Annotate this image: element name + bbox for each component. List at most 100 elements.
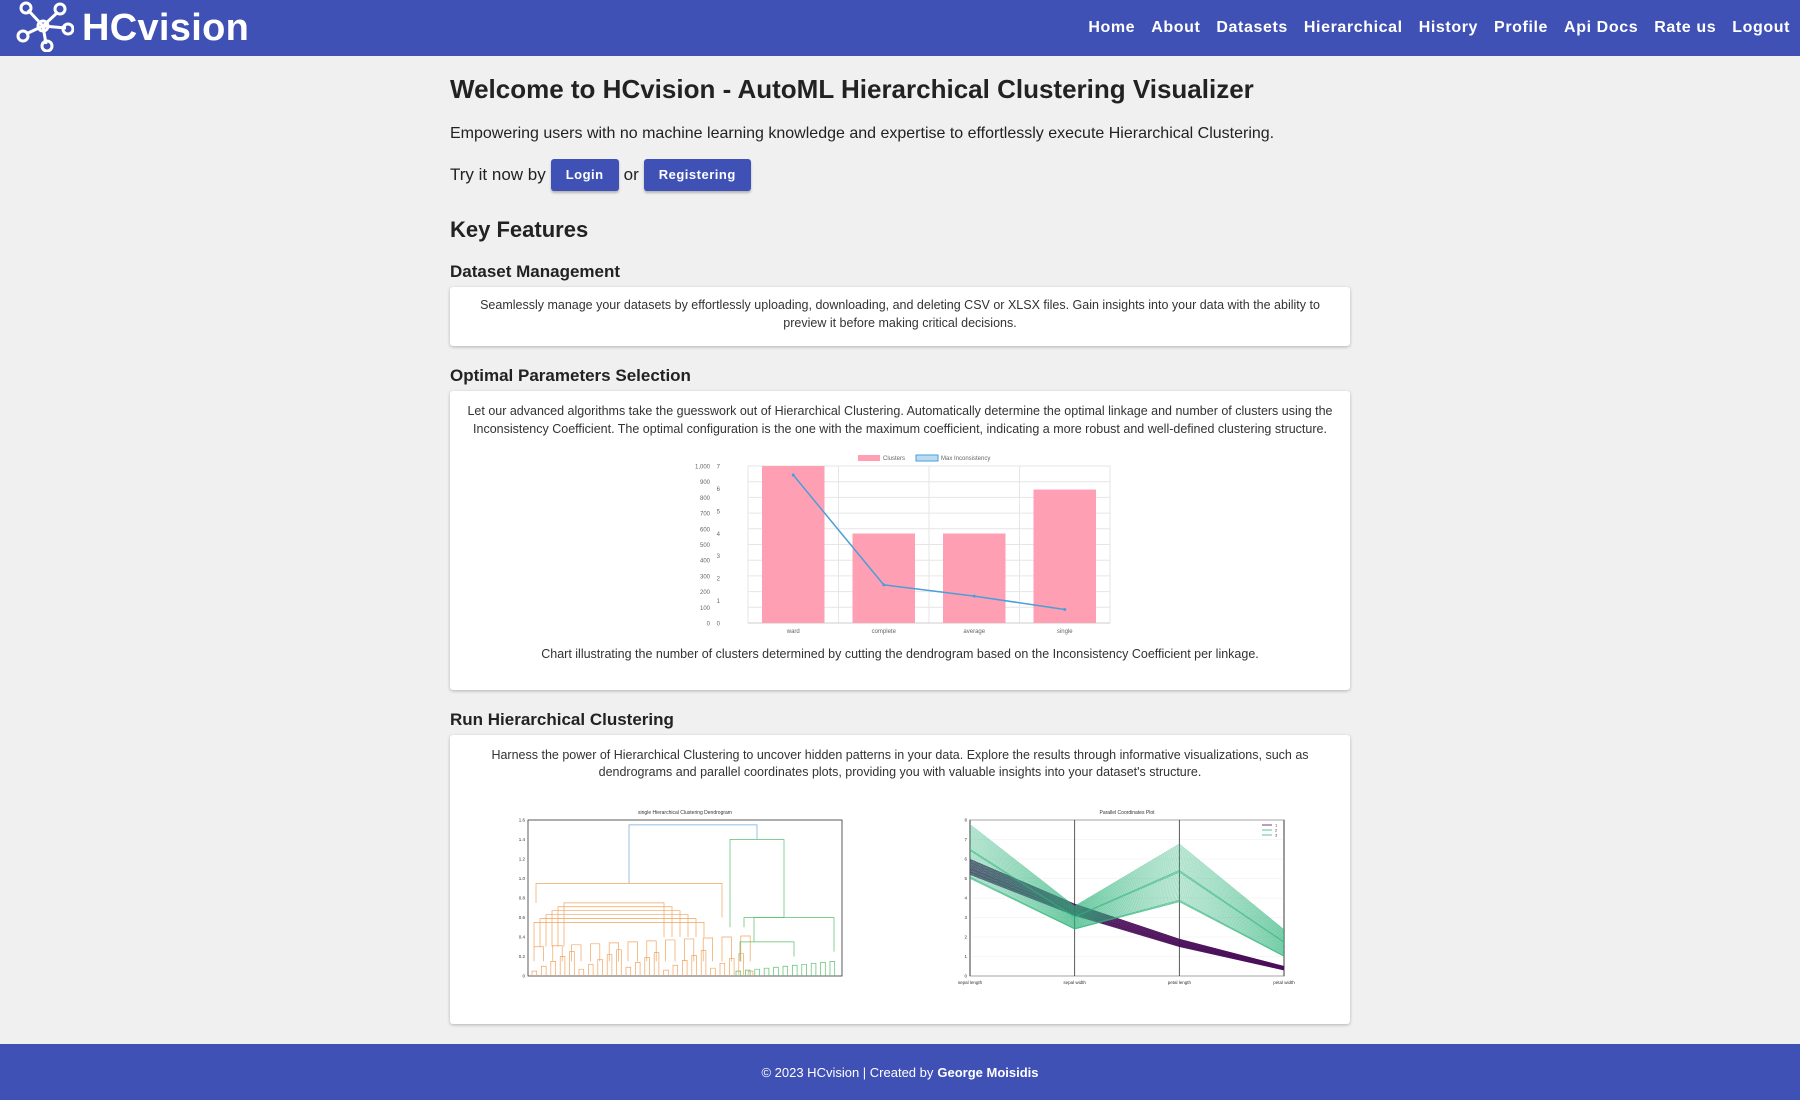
nav-datasets-link[interactable]: Datasets — [1216, 19, 1288, 37]
dendrogram-y-tick: 0.8 — [519, 895, 526, 900]
bar-ward — [762, 466, 825, 623]
right-axis-tick-label: 4 — [717, 532, 721, 538]
page-title: Welcome to HCvision - AutoML Hierarchica… — [450, 74, 1254, 104]
nav-home-link[interactable]: Home — [1088, 19, 1135, 37]
footer-copyright: © 2023 HCvision | Created by — [761, 1064, 934, 1080]
parallel-title: Parallel Coordinates Plot — [1099, 810, 1155, 816]
dendrogram-link — [608, 942, 619, 961]
right-axis-tick-label: 0 — [717, 622, 721, 628]
right-axis-tick-label: 7 — [717, 465, 721, 471]
right-axis-tick-label: 2 — [717, 577, 721, 583]
dendrogram-link — [644, 956, 650, 976]
feature-card-optimal-parameters: Let our advanced algorithms take the gue… — [450, 391, 1350, 690]
legend-swatch-clusters — [858, 455, 880, 461]
left-axis-tick-label: 700 — [700, 512, 711, 518]
footer-author: George Moisidis — [937, 1064, 1039, 1080]
nav-api-docs-link[interactable]: Api Docs — [1564, 19, 1638, 37]
x-axis-tick-label: average — [963, 629, 985, 635]
dendrogram-link — [590, 942, 601, 961]
line-point — [1063, 608, 1067, 612]
brand[interactable]: HCvision — [14, 0, 249, 57]
dendrogram-link — [550, 960, 556, 976]
feature-card-run-hierarchical: Harness the power of Hierarchical Cluste… — [450, 734, 1350, 1024]
line-point — [882, 583, 886, 587]
network-logo-icon — [14, 0, 75, 57]
left-axis-tick-label: 400 — [700, 559, 711, 565]
dendrogram-link — [606, 953, 613, 976]
parallel-y-tick: 8 — [964, 817, 967, 822]
dendrogram-link — [700, 949, 707, 976]
register-button[interactable]: Registering — [643, 159, 751, 191]
parallel-y-tick: 7 — [964, 837, 967, 842]
dendrogram-frame — [527, 819, 843, 976]
inconsistency-chart: 0 100 200 300 400 500 600 700 800 900 1,000 0 1 2 3 4 5 6… — [464, 446, 1336, 644]
nav-logout-link[interactable]: Logout — [1732, 19, 1790, 37]
try-now-text: Try it now by — [450, 165, 546, 184]
right-axis-tick-label: 3 — [717, 554, 721, 560]
left-axis-tick-label: 500 — [700, 543, 711, 549]
nav-history-link[interactable]: History — [1419, 19, 1478, 37]
bar-average — [943, 533, 1006, 623]
parallel-axis-label: sepal length — [958, 980, 983, 985]
dendrogram-link — [721, 936, 732, 961]
legend-label-inconsistency: Max Inconsistency — [941, 456, 990, 462]
dendrogram-link — [684, 938, 695, 961]
dendrogram-link — [627, 941, 638, 961]
dendrogram-link — [578, 968, 585, 976]
dendrogram-y-tick: 1.0 — [519, 876, 526, 881]
or-text: or — [623, 165, 639, 184]
nav-about-link[interactable]: About — [1151, 19, 1200, 37]
nav-rate-us-link[interactable]: Rate us — [1654, 19, 1716, 37]
dendrogram-link — [533, 945, 544, 961]
dendrogram-link — [740, 935, 751, 961]
key-features-heading: Key Features — [450, 217, 589, 242]
parallel-axis-label: petal width — [1273, 980, 1295, 985]
left-axis-tick-label: 900 — [700, 480, 711, 486]
dendrogram-link — [773, 966, 779, 976]
dendrogram-link — [545, 913, 689, 947]
footer: © 2023 HCvision | Created by George Mois… — [0, 1044, 1800, 1100]
dendrogram-link — [735, 970, 742, 976]
left-axis-tick-label: 200 — [700, 590, 711, 596]
dendrogram-link — [552, 944, 563, 961]
dendrogram-link — [628, 824, 758, 883]
left-axis-tick-label: 0 — [707, 622, 711, 628]
legend-swatch-inconsistency — [915, 454, 939, 462]
dendrogram-y-tick: 0 — [522, 973, 525, 978]
dendrogram-link — [782, 965, 789, 976]
parallel-y-tick: 1 — [964, 954, 967, 959]
dendrogram-link — [763, 967, 770, 976]
dendrogram-link — [646, 940, 657, 961]
nav-profile-link[interactable]: Profile — [1494, 19, 1548, 37]
dendrogram-link — [682, 959, 688, 976]
dendrogram-link — [820, 961, 826, 976]
dendrogram-link — [653, 951, 660, 976]
clustering-plots: single Hierarchical Clustering Dendrogra… — [464, 804, 1336, 1004]
dendrogram-link — [625, 966, 632, 976]
login-button[interactable]: Login — [550, 159, 619, 191]
parallel-y-tick: 3 — [964, 915, 967, 920]
parallel-y-tick: 0 — [964, 973, 967, 978]
parallel-y-tick: 6 — [964, 856, 967, 861]
dendrogram-link — [571, 943, 582, 961]
dendrogram-link — [719, 962, 726, 976]
dendrogram-link — [738, 952, 744, 976]
dendrogram-link — [531, 970, 538, 976]
x-axis-tick-label: ward — [786, 629, 800, 635]
brand-title: HCvision — [82, 6, 250, 49]
dendrogram-link — [801, 963, 807, 976]
dendrogram-link — [702, 937, 713, 961]
feature-text: Let our advanced algorithms take the gue… — [467, 404, 1333, 436]
feature-text: Seamlessly manage your datasets by effor… — [480, 298, 1320, 330]
right-axis-tick-label: 1 — [717, 599, 721, 605]
parallel-coordinates-plot: Parallel Coordinates Plot 0 1 2 3 4 5 6 7 8 sepal … — [958, 810, 1295, 985]
dendrogram-y-tick: 0.4 — [519, 934, 526, 939]
dendrogram-link — [559, 955, 566, 976]
left-axis-tick-label: 600 — [700, 527, 711, 533]
dendrogram-link — [541, 965, 547, 976]
dendrogram-link — [665, 939, 676, 961]
nav-hierarchical-link[interactable]: Hierarchical — [1304, 19, 1403, 37]
parallel-y-tick: 2 — [964, 934, 967, 939]
left-axis-tick-label: 300 — [700, 574, 711, 580]
main-content: Welcome to HCvision - AutoML Hierarchica… — [450, 56, 1350, 1024]
